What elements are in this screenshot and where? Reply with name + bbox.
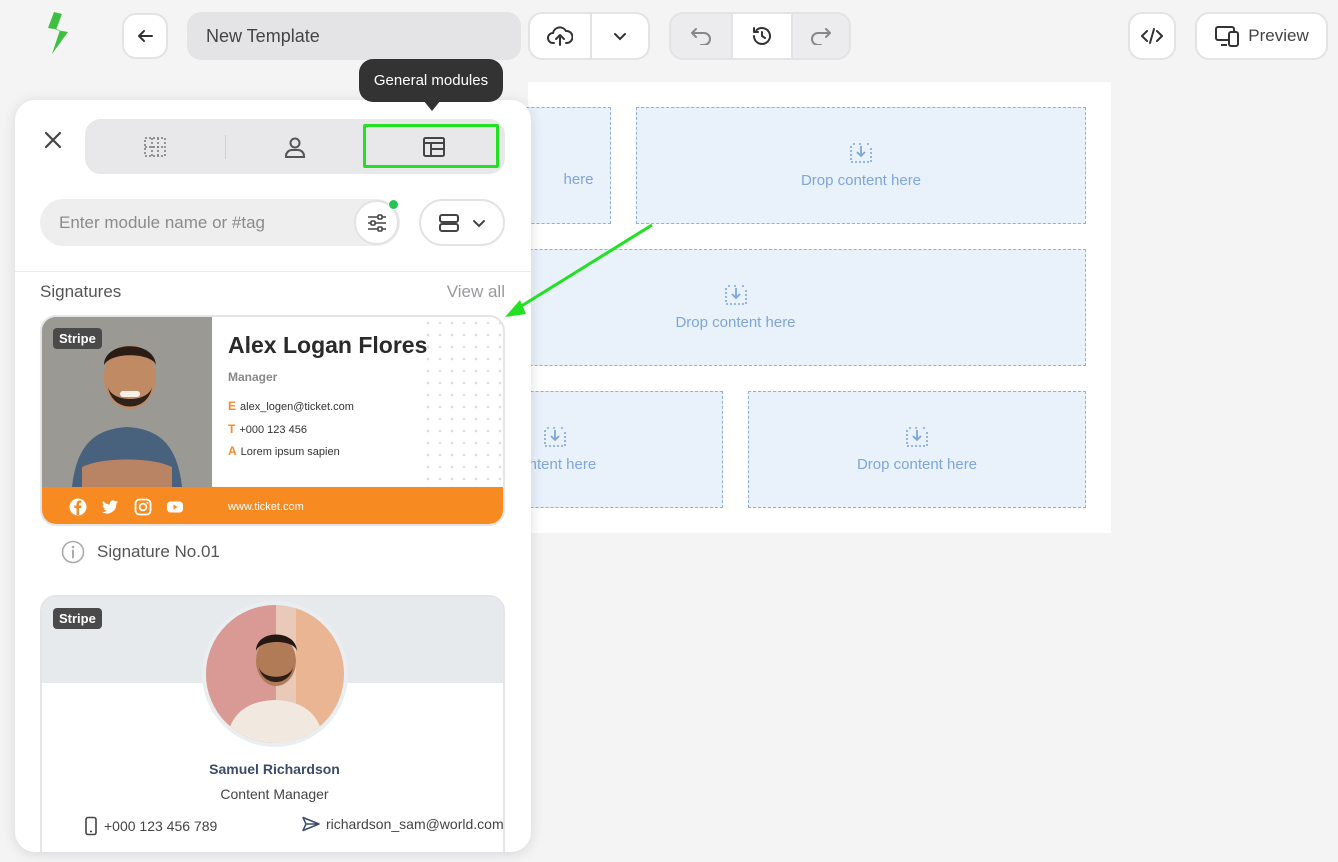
phone-value: +000 123 456 789 (104, 818, 218, 834)
close-panel-button[interactable] (43, 130, 63, 150)
phone-icon (85, 816, 97, 836)
signature-name: Samuel Richardson (209, 761, 340, 777)
drop-label: Drop content here (800, 172, 922, 189)
module-tabs (85, 119, 505, 174)
code-icon (1141, 28, 1163, 44)
drop-label: Drop content here (856, 456, 978, 473)
signature-website: www.ticket.com (228, 501, 304, 513)
stripe-badge: Stripe (53, 328, 102, 349)
save-options-dropdown[interactable] (590, 14, 648, 58)
tab-my-modules[interactable] (226, 119, 363, 174)
redo-button[interactable] (791, 14, 849, 58)
signature-address: A Lorem ipsum sapien (228, 444, 340, 458)
instagram-icon (134, 498, 152, 516)
drop-icon (906, 427, 928, 447)
chevron-down-icon (614, 33, 626, 41)
view-layout-dropdown[interactable] (419, 199, 505, 246)
code-editor-button[interactable] (1128, 12, 1176, 60)
signature-card[interactable]: Stripe Alex Logan Flores Manager Ealex_l… (40, 315, 505, 526)
signature-email: Ealex_logen@ticket.com (228, 399, 354, 413)
email-value: alex_logen@ticket.com (240, 401, 354, 413)
filter-sliders-icon (367, 213, 386, 232)
tab-highlight (363, 124, 499, 168)
template-name-input[interactable]: New Template (187, 12, 521, 60)
tooltip-arrow (423, 100, 441, 111)
signature-email: richardson_sam@world.com (302, 816, 504, 832)
drop-icon (724, 285, 747, 305)
info-icon[interactable] (61, 540, 85, 564)
list-layout-icon (439, 213, 459, 232)
tooltip: General modules (359, 59, 503, 102)
phone-key: T (228, 422, 236, 436)
dot-pattern (422, 317, 503, 487)
drop-zone[interactable]: Drop content here (748, 391, 1086, 508)
drop-zone[interactable]: Drop content here (636, 107, 1086, 224)
signature-phone: T +000 123 456 (228, 422, 307, 436)
signature-caption: Signature No.01 (97, 542, 220, 561)
address-value: Lorem ipsum sapien (240, 446, 340, 458)
devices-icon (1215, 26, 1240, 47)
close-icon (44, 131, 62, 149)
drop-label: here (563, 171, 594, 188)
chevron-down-icon (473, 219, 485, 227)
undo-icon (691, 28, 711, 45)
drop-icon (850, 143, 872, 163)
filter-active-indicator (388, 199, 399, 210)
send-icon (302, 816, 320, 832)
stripe-badge: Stripe (53, 608, 102, 629)
drop-icon (543, 427, 566, 447)
structures-icon (144, 136, 166, 157)
signature-role: Content Manager (220, 786, 329, 802)
user-icon (284, 137, 305, 158)
divider (15, 271, 531, 272)
stripo-logo-icon[interactable] (40, 10, 76, 56)
back-button[interactable] (122, 13, 168, 59)
cloud-upload-icon (547, 26, 573, 46)
address-key: A (228, 444, 237, 458)
version-history-button[interactable] (731, 14, 791, 58)
drop-label: Drop content here (675, 314, 796, 331)
email-value: richardson_sam@world.com (326, 816, 504, 832)
upload-button[interactable] (530, 14, 590, 58)
history-icon (753, 27, 771, 45)
email-key: E (228, 399, 237, 413)
signature-name: Alex Logan Flores (228, 332, 428, 358)
twitter-icon (102, 500, 118, 514)
redo-icon (811, 28, 831, 45)
arrow-left-icon (138, 30, 153, 42)
signature-card[interactable]: Stripe Samuel Richardson Content Manager… (40, 595, 505, 852)
view-all-link[interactable]: View all (447, 282, 505, 302)
module-search-input[interactable]: Enter module name or #tag (40, 199, 400, 246)
signature-role: Manager (228, 370, 278, 384)
facebook-icon (69, 498, 87, 516)
section-title: Signatures (40, 282, 122, 301)
tab-structures[interactable] (85, 119, 225, 174)
youtube-icon (167, 501, 183, 513)
undo-button[interactable] (671, 14, 731, 58)
signature-caption-row: Signature No.01 (61, 540, 220, 564)
signature-phone: +000 123 456 789 (84, 816, 217, 836)
search-placeholder: Enter module name or #tag (59, 212, 266, 232)
history-group (669, 12, 851, 60)
preview-label: Preview (1248, 26, 1309, 45)
avatar (202, 601, 348, 747)
phone-value: +000 123 456 (239, 424, 307, 436)
modules-panel: Enter module name or #tag Signatures Vie… (15, 100, 531, 852)
preview-button[interactable]: Preview (1195, 12, 1328, 60)
save-group (528, 12, 650, 60)
